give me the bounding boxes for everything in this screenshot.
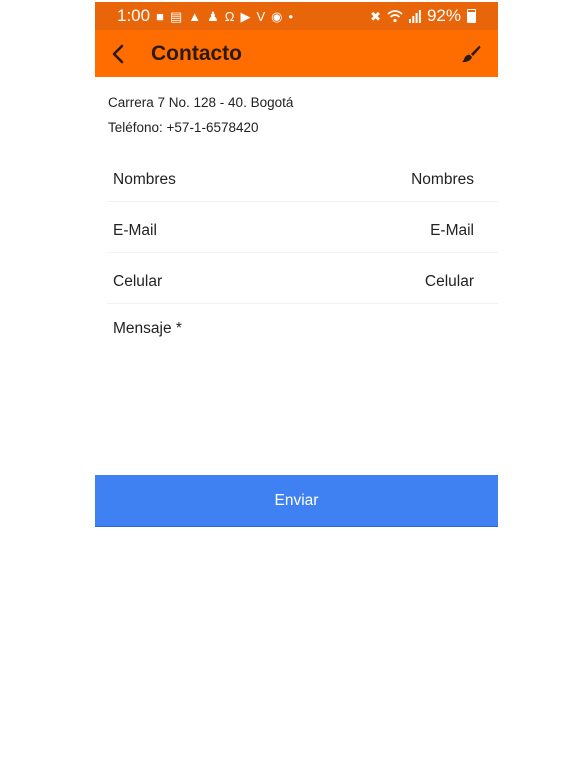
message-field: Mensaje * [107, 316, 498, 456]
paint-brush-icon [462, 45, 481, 62]
signal-icon [408, 9, 421, 23]
mute-icon: ✖ [370, 8, 381, 24]
name-label: Nombres [113, 170, 176, 188]
email-field-row: E-Mail [107, 209, 498, 253]
message-label: Mensaje * [113, 320, 182, 337]
status-left: 1:00 ■ ▤ ▲ ♟ Ω ▶ V ◉ • [117, 6, 293, 26]
address-text: Carrera 7 No. 128 - 40. Bogotá [108, 95, 294, 110]
battery-icon [467, 9, 476, 23]
wifi-icon [387, 10, 403, 23]
news-icon: ▤ [169, 8, 183, 24]
email-input[interactable] [294, 221, 474, 240]
contact-info: Carrera 7 No. 128 - 40. Bogotá Teléfono:… [108, 94, 293, 144]
app-bar: Contacto [95, 30, 498, 77]
mobile-label: Celular [113, 272, 163, 290]
back-button[interactable] [103, 36, 133, 72]
youtube-icon: ▶ [240, 8, 251, 24]
back-arrow-icon [112, 44, 124, 63]
send-button[interactable]: Enviar [95, 475, 498, 527]
status-right: ✖ 92% [370, 6, 476, 26]
mobile-field-row: Celular [107, 260, 498, 304]
teams-icon: ◉ [271, 8, 283, 24]
chat-icon: ■ [156, 8, 164, 24]
phone-text: Teléfono: +57-1-6578420 [108, 120, 259, 135]
vimeo-icon: V [256, 8, 266, 24]
name-input[interactable] [294, 170, 474, 189]
message-textarea[interactable] [113, 342, 483, 452]
name-field-row: Nombres [107, 158, 498, 202]
headphones-icon: Ω [224, 8, 235, 24]
mobile-input[interactable] [294, 272, 474, 291]
status-bar: 1:00 ■ ▤ ▲ ♟ Ω ▶ V ◉ • ✖ 92% [95, 2, 498, 30]
email-label: E-Mail [113, 221, 157, 239]
phone-screen: 1:00 ■ ▤ ▲ ♟ Ω ▶ V ◉ • ✖ 92% Contacto Ca… [95, 0, 498, 768]
landscape-icon: ▲ [188, 8, 202, 24]
walking-icon: ♟ [207, 8, 219, 24]
theme-button[interactable] [456, 36, 486, 72]
dot-icon: • [288, 8, 294, 24]
battery-percent: 92% [426, 6, 461, 25]
page-title: Contacto [151, 41, 242, 65]
status-time: 1:00 [117, 6, 151, 25]
